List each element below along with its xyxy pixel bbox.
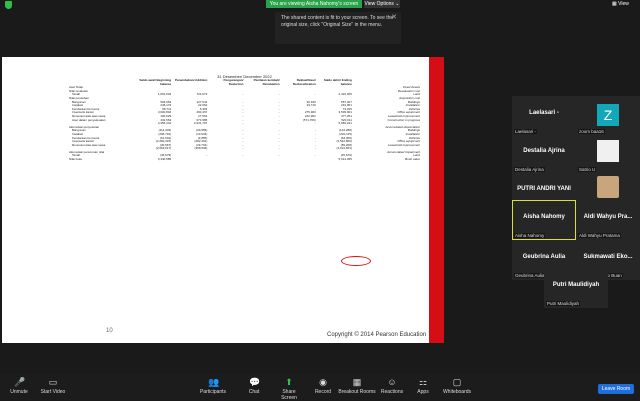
participants-label: Participants [199, 389, 227, 395]
breakout-rooms-button[interactable]: ▦ Breakout Rooms [338, 377, 376, 399]
reactions-button[interactable]: ☺ Reactions [380, 377, 404, 399]
participant-name: Putri Maulidiyah [552, 282, 600, 288]
participant-label: Aisha Nahomy [514, 233, 546, 238]
table-cell: 5,614,455 [338, 157, 352, 162]
avatar [597, 176, 619, 198]
whiteboards-label: Whiteboards [442, 389, 472, 395]
unmute-button[interactable]: 🎤 Unmute [6, 377, 32, 399]
shield-icon [5, 1, 12, 9]
participant-tile[interactable]: Satrio U [576, 134, 640, 174]
reactions-icon: ☺ [387, 377, 397, 387]
start-video-label: Start Video [40, 389, 66, 395]
table-cell [208, 158, 244, 162]
participant-label: Geubrina Aulia [514, 273, 546, 278]
participant-tile[interactable]: Aisha Nahomy Aisha Nahomy [512, 200, 576, 240]
table-cell: Nilai buku [69, 157, 83, 162]
apps-label: Apps [417, 389, 429, 395]
share-screen-icon: ⬆ [285, 377, 293, 387]
table-cell: 3,340,585 [157, 157, 172, 162]
participant-name: Sukmawati Eko... [583, 254, 633, 260]
view-options-button[interactable]: View Options ⌄ [364, 0, 400, 8]
microphone-muted-icon: 🎤 [14, 377, 26, 387]
table-cell [172, 158, 208, 162]
table-row: Nilai buku 3,340,585 5,614,455 Book value [68, 157, 421, 162]
participant-name: PUTRI ANDRI YANI [517, 186, 571, 192]
top-bar: You are viewing Aisha Nahomy's screen Vi… [0, 0, 640, 9]
start-video-button[interactable]: ▭ Start Video [38, 377, 68, 399]
slide-copyright: Copyright © 2014 Pearson Education [327, 332, 427, 338]
participant-name: Destalia Ajrina [523, 148, 565, 154]
share-screen-button[interactable]: ⬆ Share Screen [274, 377, 304, 401]
participant-name: Aldi Wahyu Pra... [583, 214, 633, 220]
viewing-banner[interactable]: You are viewing Aisha Nahomy's screen [266, 0, 362, 8]
table-cell: Book value [405, 157, 420, 162]
view-button[interactable]: ▦ View [612, 0, 640, 8]
close-icon[interactable]: ✕ [391, 14, 397, 21]
participants-button[interactable]: 👥 Participants [198, 377, 228, 399]
record-label: Record [314, 389, 332, 395]
leave-room-button[interactable]: Leave Room [598, 384, 634, 394]
whiteboard-icon: ▢ [452, 377, 462, 387]
reactions-label: Reactions [380, 389, 404, 395]
whiteboards-button[interactable]: ▢ Whiteboards [442, 377, 472, 399]
breakout-rooms-icon: ▦ [352, 377, 362, 387]
participants-icon: 👥 [208, 377, 220, 387]
table-header-cell: Penambahan/ Addition [174, 78, 208, 82]
participant-tile[interactable]: zoom baa16 Z [576, 96, 640, 136]
fixed-assets-table: Saldo awal/ Beginning balance Penambahan/… [68, 78, 421, 162]
video-off-icon: ▭ [48, 377, 58, 387]
record-button[interactable]: ◉ Record [312, 377, 334, 399]
record-icon: ◉ [319, 377, 327, 387]
meeting-toolbar: 🎤 Unmute ▭ Start Video 👥 Participants 💬 Chat… [0, 374, 640, 401]
table-cell [281, 158, 317, 162]
participant-tile[interactable]: Aldi Wahyu Pra... Aldi Wahyu Pratama [576, 200, 640, 240]
financial-statement: 31 Desember/ December 2022 Saldo awal/ B… [68, 74, 421, 162]
table-cell [244, 158, 280, 162]
apps-button[interactable]: ⚏ Apps [414, 377, 432, 399]
table-header-cell: Pengurangan/ Deduction [223, 78, 244, 86]
slide-red-bar [429, 57, 444, 343]
fit-screen-tooltip: The shared content is fit to your screen… [275, 12, 401, 44]
chat-button[interactable]: 💬 Chat [244, 377, 264, 399]
unmute-label: Unmute [10, 389, 28, 395]
avatar [597, 140, 619, 162]
participant-tile[interactable]: Putri Maulidiyah Putri Maulidiyah [544, 268, 608, 308]
participant-tile[interactable]: Laelasari - Laelasari - [512, 96, 576, 136]
participant-name: Aisha Nahomy [523, 214, 565, 220]
breakout-label: Breakout Rooms [338, 389, 376, 395]
table-header-cell: Saldo awal/ Beginning balance [139, 78, 172, 86]
table-header-cell: Reklasifikasi/ Reclassification [292, 78, 316, 86]
share-screen-label: Share Screen [281, 389, 297, 401]
table-header-row: Saldo awal/ Beginning balance Penambahan/… [68, 78, 421, 86]
participant-name: Geubrina Aulia [522, 254, 566, 260]
participant-label: Aldi Wahyu Pratama [578, 233, 621, 238]
red-circle-annotation [341, 256, 371, 266]
table-header-cell: Penilaian kembali/ Revaluation [253, 78, 280, 86]
table-header-cell: Saldo akhir/ Ending balance [323, 78, 352, 86]
tooltip-text: The shared content is fit to your screen… [281, 15, 394, 28]
chat-icon: 💬 [249, 377, 261, 387]
avatar: Z [597, 104, 619, 126]
slide-page-number: 10 [106, 328, 113, 334]
participant-name: Laelasari - [529, 110, 559, 116]
apps-icon: ⚏ [418, 377, 428, 387]
participant-label: Putri Maulidiyah [546, 301, 581, 306]
chat-label: Chat [248, 389, 260, 395]
participant-tile[interactable]: Destalia Ajrina Destalia Ajrina [512, 134, 576, 174]
